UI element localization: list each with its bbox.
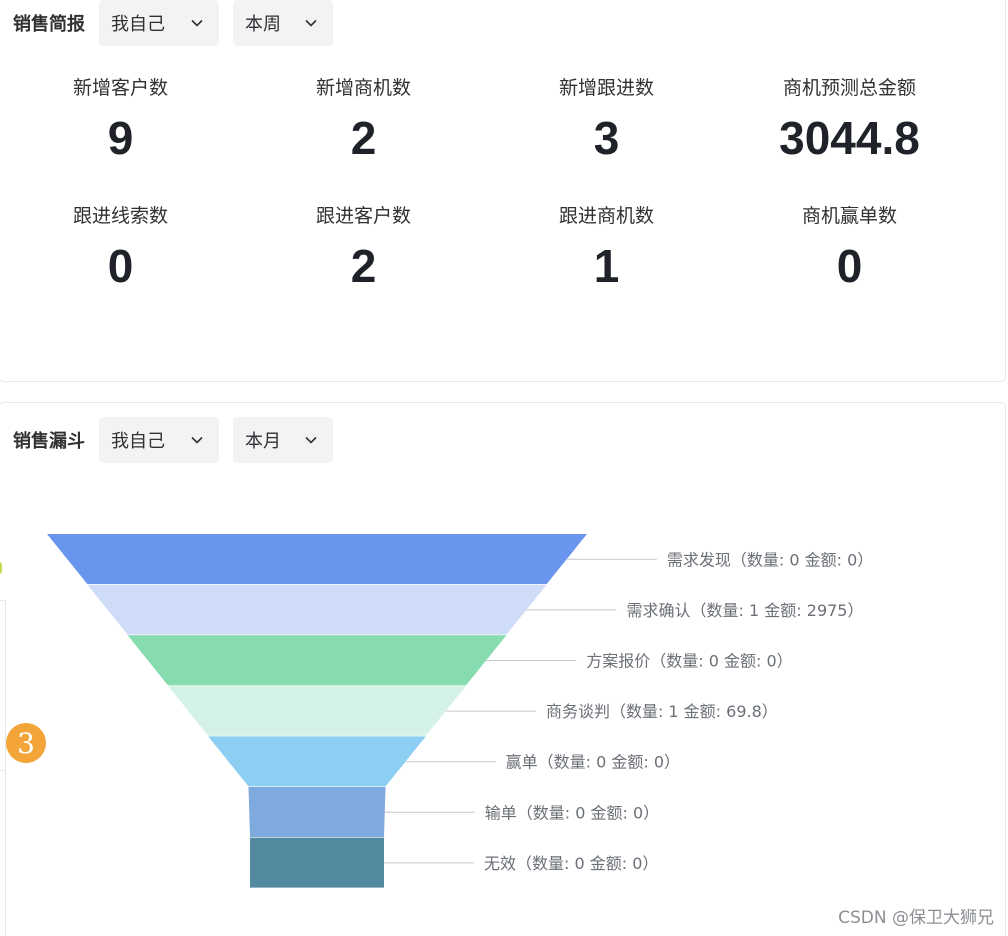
side-indicator: [0, 562, 2, 574]
funnel-label: 无效（数量: 0 金额: 0）: [484, 854, 658, 873]
funnel-label: 商务谈判（数量: 1 金额: 69.8）: [546, 702, 778, 721]
step-badge: 3: [6, 723, 46, 763]
watermark: CSDN @保卫大狮兄: [838, 908, 994, 928]
funnel-label: 赢单（数量: 0 金额: 0）: [506, 753, 680, 772]
funnel-label: 方案报价（数量: 0 金额: 0）: [586, 652, 792, 671]
funnel-label: 输单（数量: 0 金额: 0）: [485, 803, 659, 822]
funnel-segment-4[interactable]: [167, 685, 467, 736]
funnel-label: 需求确认（数量: 1 金额: 2975）: [627, 601, 864, 620]
funnel-label: 需求发现（数量: 0 金额: 0）: [667, 550, 873, 569]
funnel-chart: 需求发现（数量: 0 金额: 0） 需求确认（数量: 1 金额: 2975） 方案报…: [47, 534, 873, 888]
divider: [0, 770, 6, 771]
funnel-segment-7[interactable]: [250, 837, 384, 888]
funnel-segment-5[interactable]: [208, 736, 426, 787]
funnel-segment-6[interactable]: [248, 787, 386, 837]
side-panel-edge: [0, 600, 6, 936]
funnel-segment-1[interactable]: [47, 534, 587, 584]
funnel-segment-2[interactable]: [87, 584, 547, 635]
funnel-segment-3[interactable]: [127, 635, 507, 686]
